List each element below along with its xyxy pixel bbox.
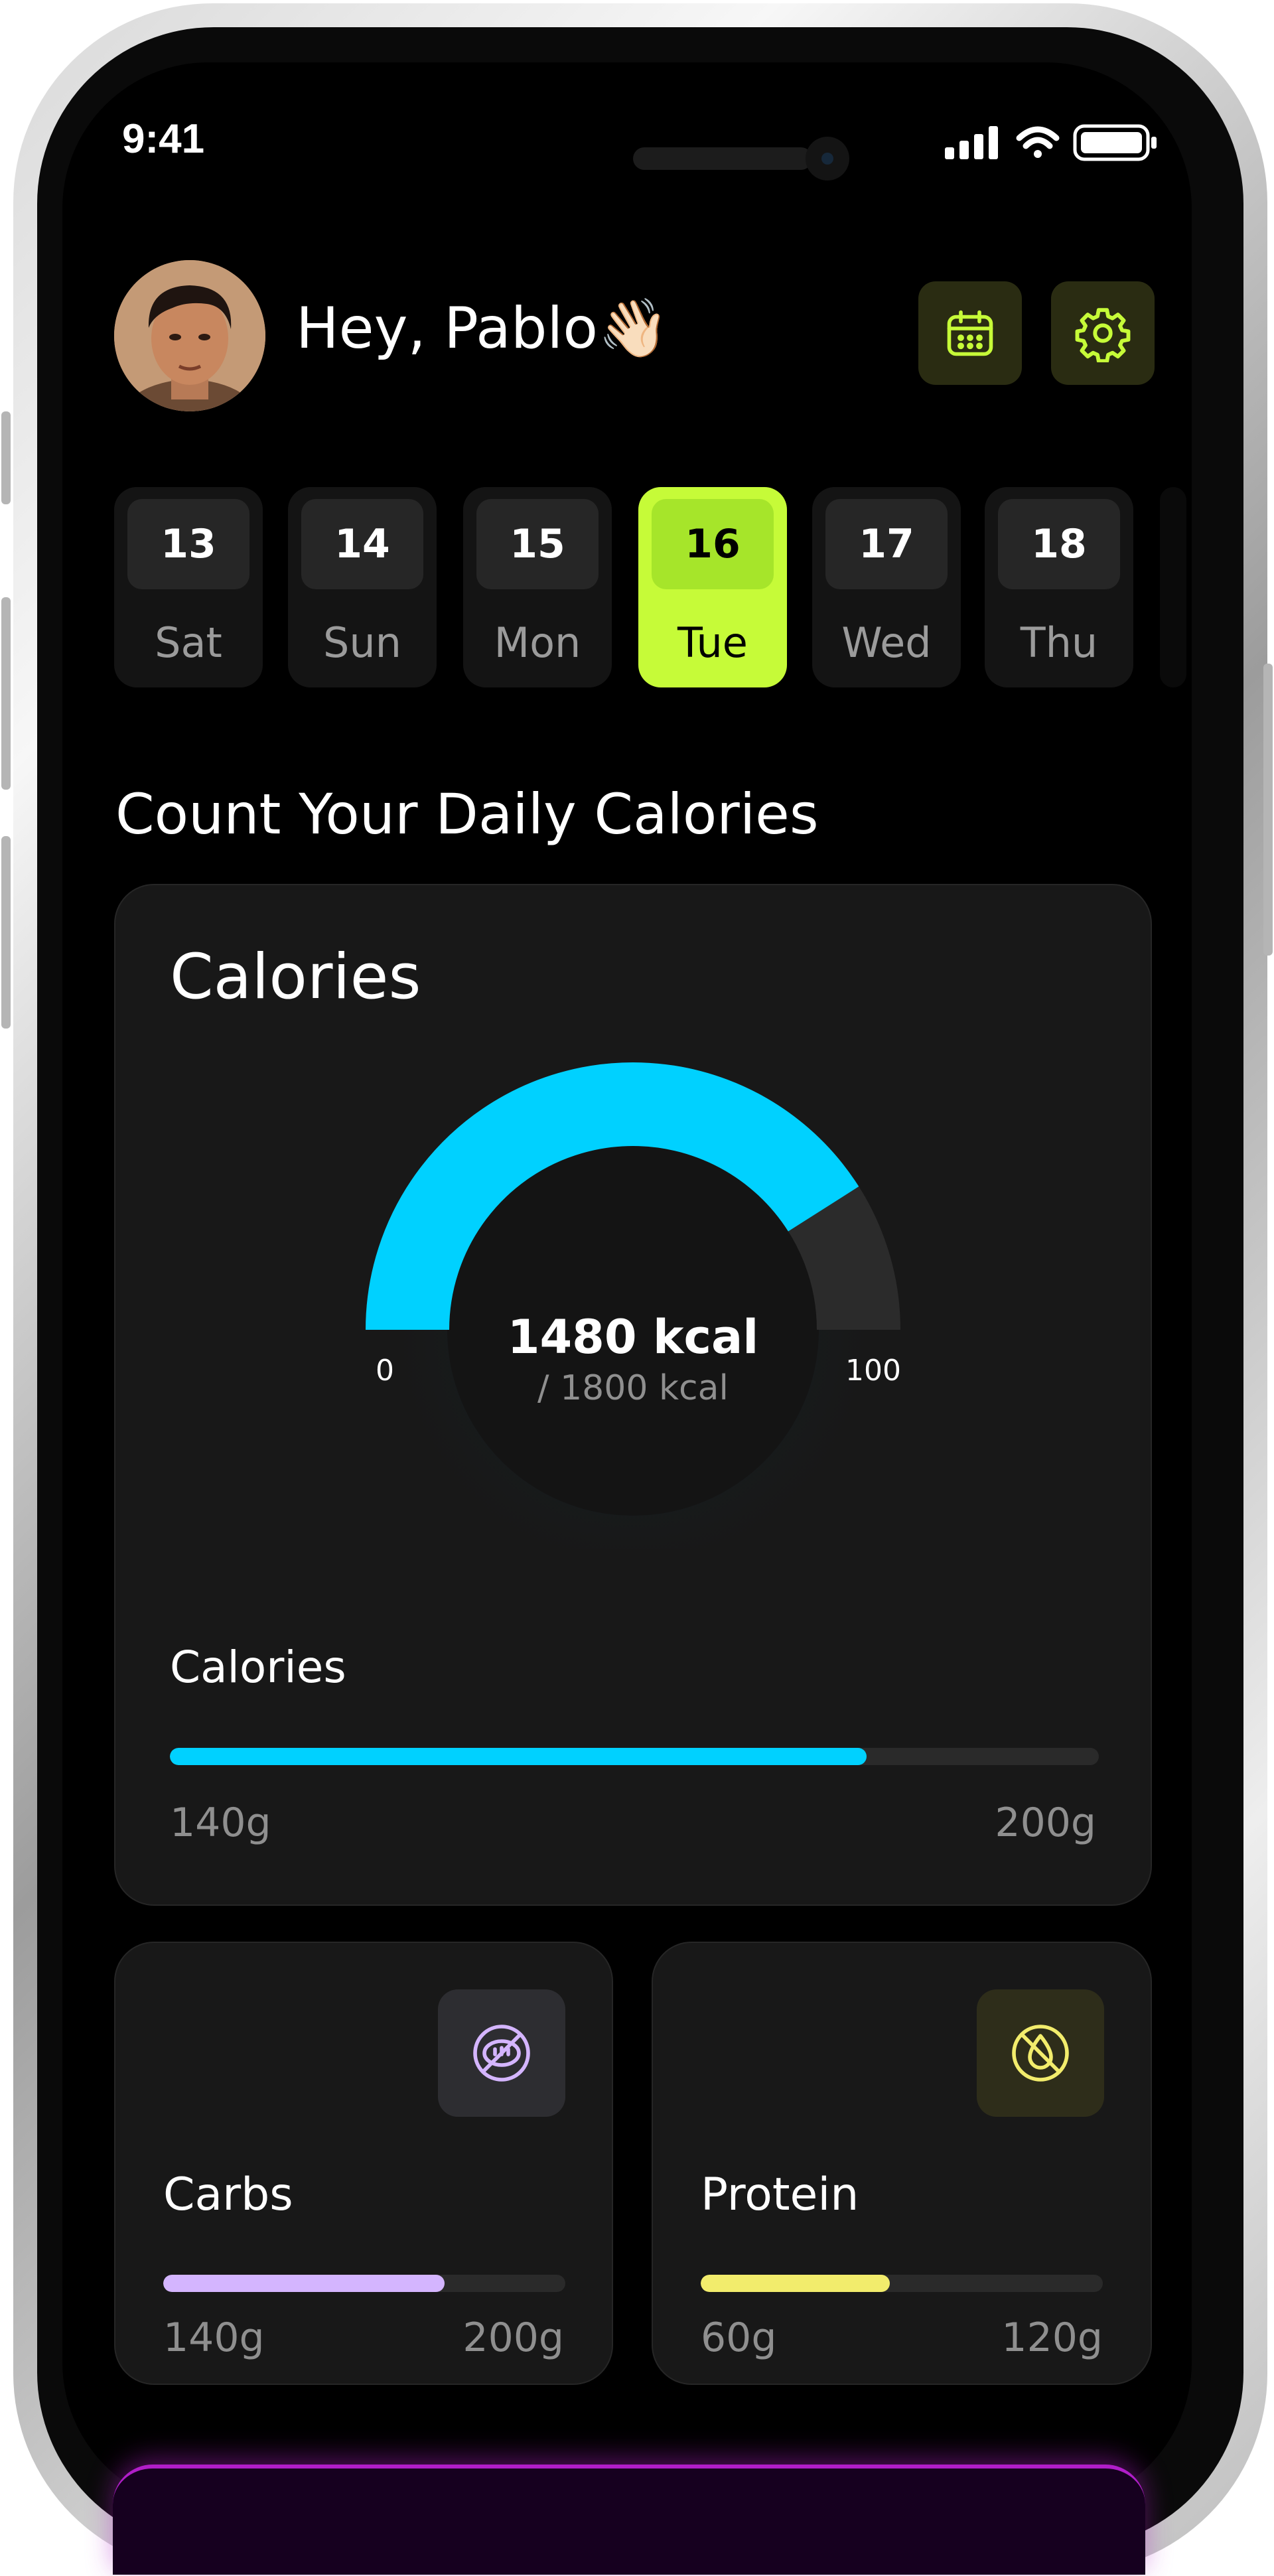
day-item[interactable]: 17 Wed [812, 487, 961, 687]
carbs-current: 140g [163, 2315, 265, 2361]
side-button-power [1263, 664, 1273, 956]
calendar-icon [947, 310, 993, 356]
gear-icon [1075, 308, 1131, 362]
signal-icon [945, 126, 998, 159]
settings-button[interactable] [1051, 281, 1155, 385]
gauge-target: / 1800 kcal [537, 1368, 729, 1408]
day-name: Mon [494, 618, 581, 667]
day-item[interactable]: 13 Sat [114, 487, 263, 687]
day-number: 16 [652, 499, 774, 589]
side-button-mute [1, 411, 11, 504]
card-label: Protein [701, 2169, 859, 2221]
day-name: Thu [1020, 618, 1098, 667]
day-item[interactable]: 18 Thu [985, 487, 1133, 687]
day-number: 15 [476, 499, 599, 589]
bar-label: Calories [170, 1642, 346, 1693]
day-name: Wed [841, 618, 932, 667]
day-number: 18 [998, 499, 1120, 589]
bar-right-value: 200g [995, 1800, 1096, 1846]
calendar-button[interactable] [918, 281, 1022, 385]
wifi-icon [1016, 126, 1060, 158]
calories-card: Calories 1480 kcal / 1800 kcal 0 100 Cal… [114, 884, 1152, 1906]
day-number: 13 [127, 499, 249, 589]
day-name: Tue [677, 618, 748, 667]
greeting-text: Hey, Pablo👋🏻 [296, 295, 670, 362]
card-label: Carbs [163, 2169, 293, 2221]
calories-progress-fill [170, 1748, 867, 1765]
calories-progress [170, 1748, 1099, 1765]
carbs-card[interactable]: Carbs 140g 200g [114, 1942, 613, 2385]
carbs-progress-fill [163, 2275, 445, 2292]
bar-left-value: 140g [170, 1800, 271, 1846]
gauge-value: 1480 kcal [507, 1310, 759, 1364]
no-bread-icon [473, 2025, 530, 2082]
protein-progress [701, 2275, 1103, 2292]
day-item[interactable]: 14 Sun [288, 487, 437, 687]
status-icons [945, 122, 1164, 165]
calorie-gauge [366, 1062, 900, 1549]
avatar[interactable] [114, 260, 265, 411]
next-card-partial[interactable] [113, 2465, 1145, 2575]
carbs-icon-box [438, 1989, 565, 2117]
side-button-volume-up [1, 597, 11, 790]
day-item[interactable]: 15 Mon [463, 487, 612, 687]
side-button-volume-down [1, 836, 11, 1029]
protein-current: 60g [701, 2315, 777, 2361]
protein-card[interactable]: Protein 60g 120g [652, 1942, 1152, 2385]
protein-progress-fill [701, 2275, 890, 2292]
speaker-grille [633, 147, 812, 170]
protein-target: 120g [1001, 2315, 1103, 2361]
protein-icon-box [977, 1989, 1104, 2117]
day-name: Sat [155, 618, 222, 667]
status-time: 9:41 [122, 116, 205, 162]
day-name: Sun [323, 618, 401, 667]
day-item-partial[interactable] [1160, 487, 1186, 687]
carbs-target: 200g [462, 2315, 564, 2361]
gauge-min-label: 0 [376, 1354, 394, 1388]
carbs-progress [163, 2275, 565, 2292]
day-number: 14 [301, 499, 423, 589]
day-number: 17 [825, 499, 948, 589]
day-item-selected[interactable]: 16 Tue [638, 487, 787, 687]
battery-icon [1073, 124, 1157, 161]
no-oil-drop-icon [1012, 2025, 1069, 2082]
gauge-max-label: 100 [845, 1354, 901, 1388]
section-title: Count Your Daily Calories [115, 782, 819, 847]
front-camera [806, 137, 849, 180]
app-screen: 9:41 Hey, Pablo👋🏻 13 Sat 14 Sun 15 Mon 1… [62, 62, 1192, 2508]
